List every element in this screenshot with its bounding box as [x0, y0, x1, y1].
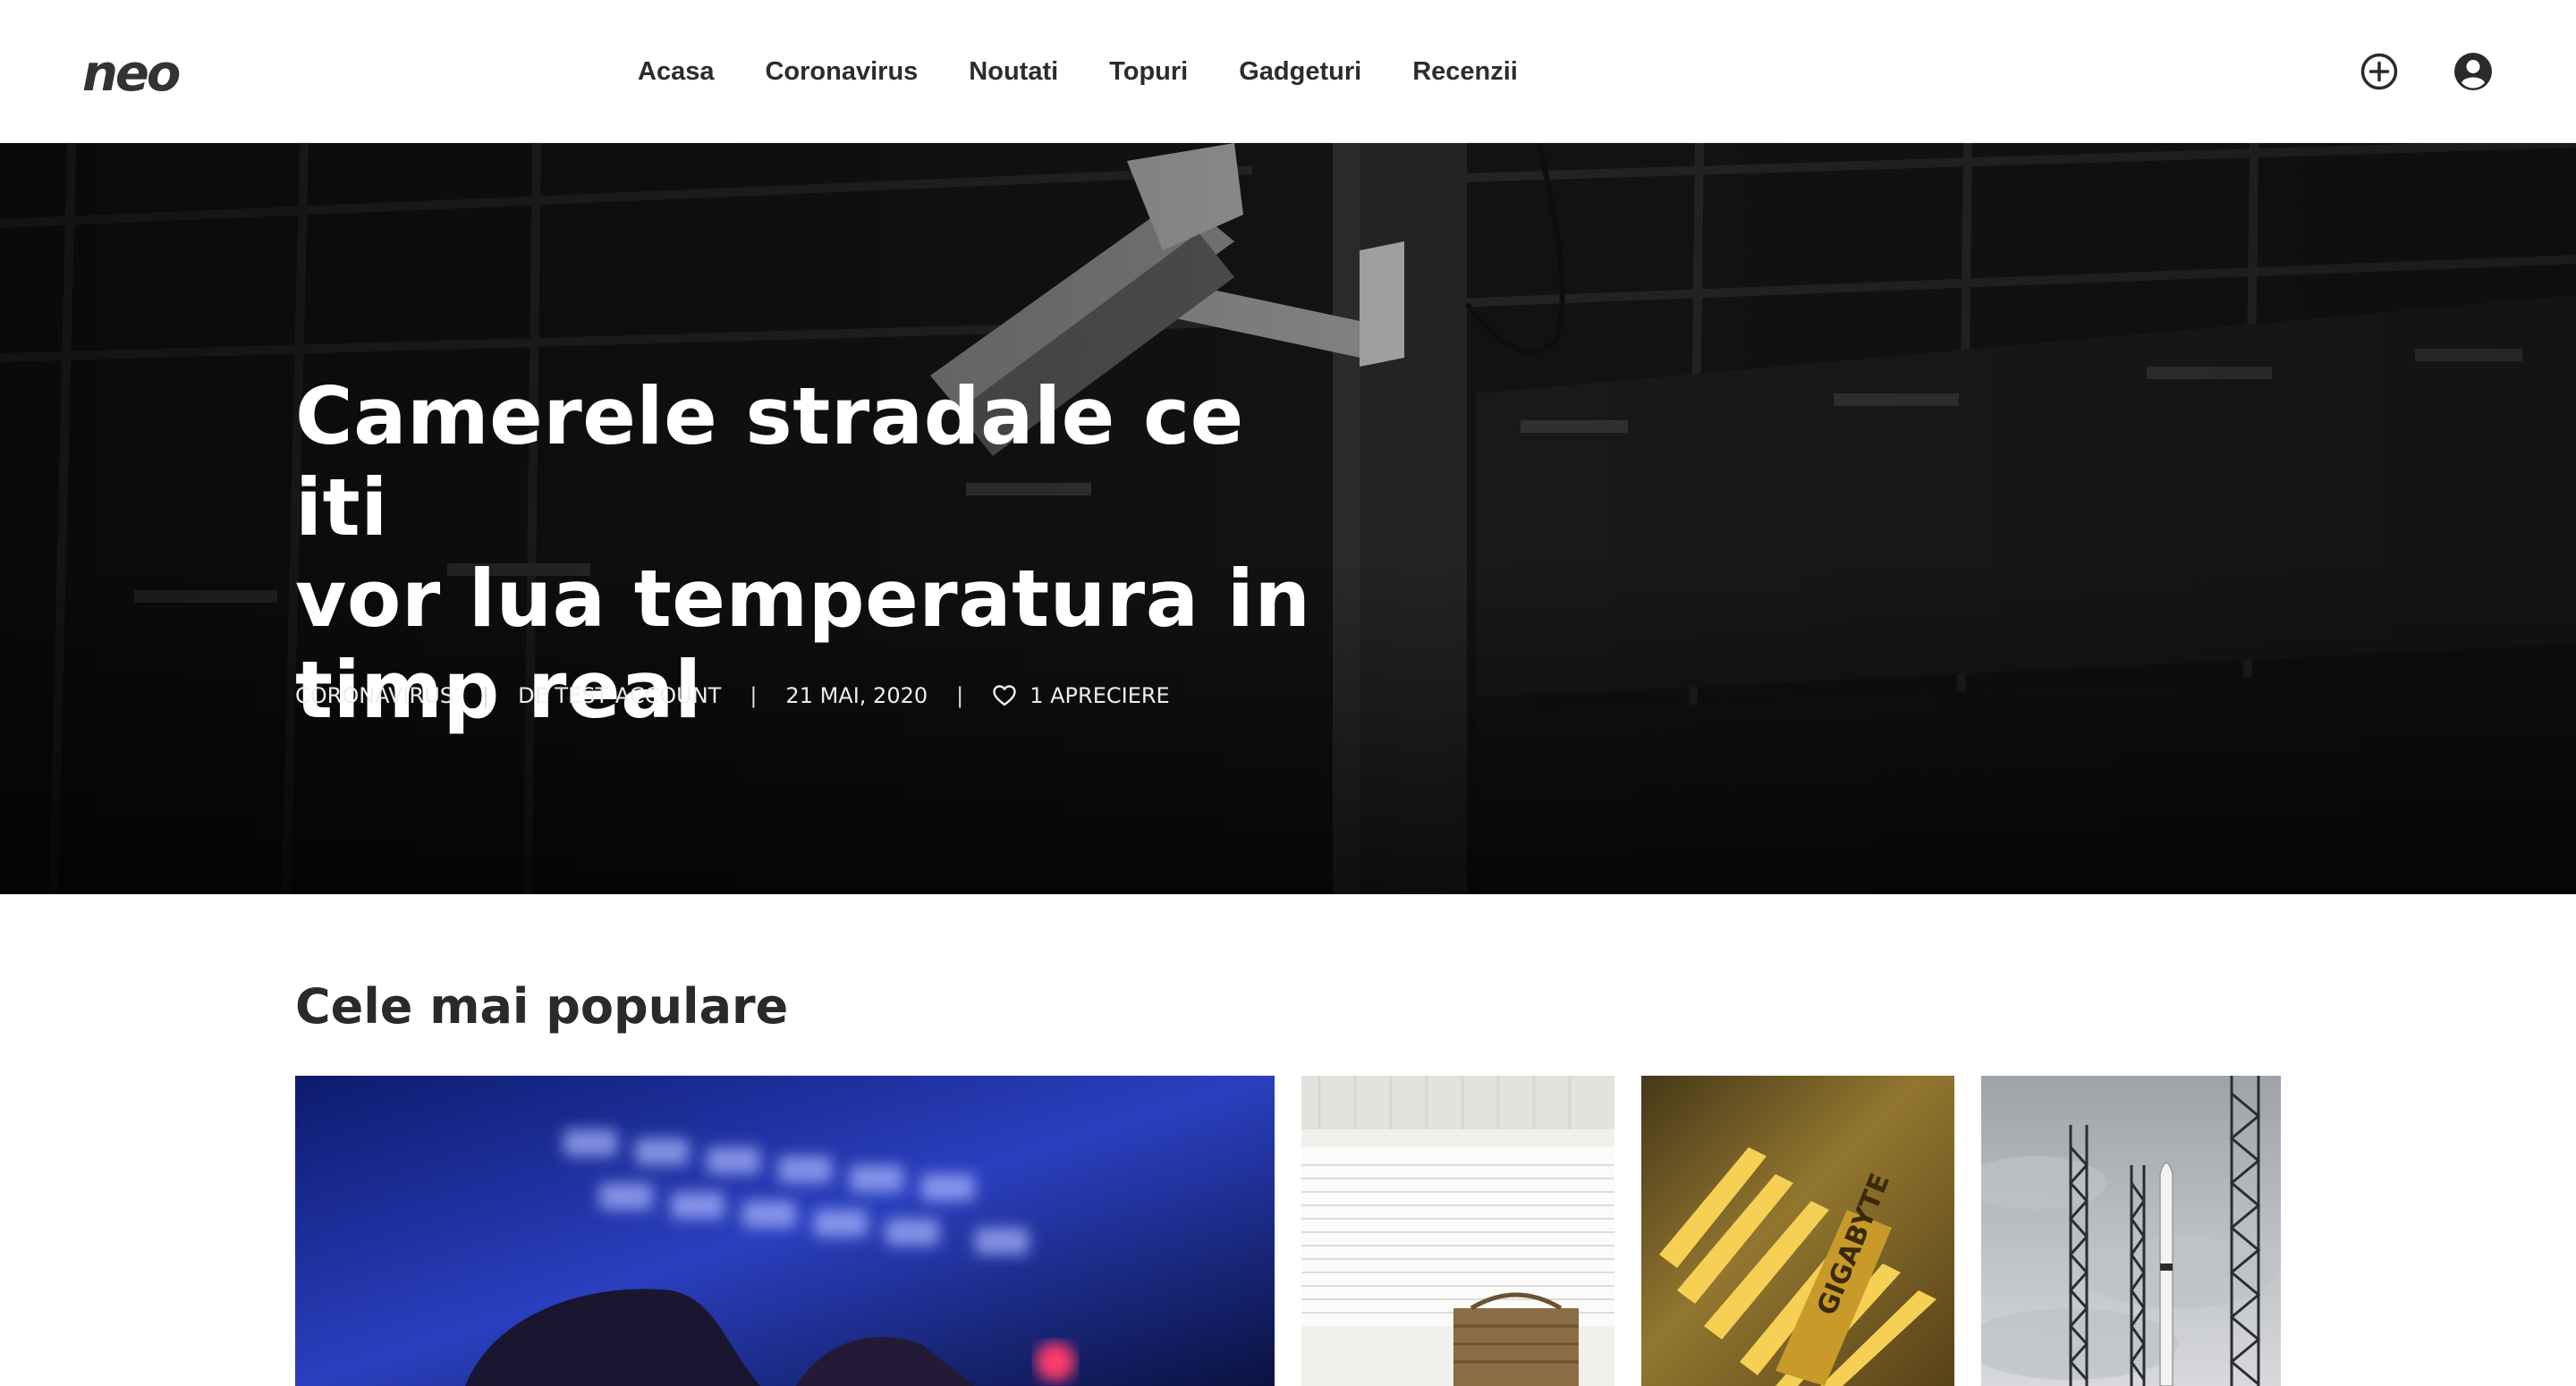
popular-card-gigabyte[interactable]: GIGABYTE [1641, 1076, 1954, 1386]
rocket-launch-tower-photo [1981, 1076, 2281, 1386]
nav-item-recenzii[interactable]: Recenzii [1412, 57, 1518, 87]
meta-separator: | [956, 683, 964, 708]
meta-separator: | [750, 683, 758, 708]
hero-banner[interactable]: Camerele stradale ce iti vor lua tempera… [0, 143, 2576, 894]
hero-title[interactable]: Camerele stradale ce iti vor lua tempera… [295, 371, 1324, 736]
article-author[interactable]: DE TEST ACCOUNT [518, 683, 721, 708]
radiator-room-photo [1301, 1076, 1614, 1386]
main-nav: Acasa Coronavirus Noutati Topuri Gadgetu… [638, 57, 1569, 87]
article-category[interactable]: CORONAVIRUS [295, 683, 453, 708]
site-logo[interactable]: neo [82, 45, 181, 103]
popular-card-radiator[interactable] [1301, 1076, 1614, 1386]
nav-item-gadgeturi[interactable]: Gadgeturi [1239, 57, 1361, 87]
nav-item-acasa[interactable]: Acasa [638, 57, 714, 87]
gigabyte-chip-photo: GIGABYTE [1641, 1076, 1954, 1386]
nav-item-noutati[interactable]: Noutati [969, 57, 1058, 87]
hero-title-line: Camerele stradale ce iti [295, 370, 1244, 554]
user-circle-icon[interactable] [2453, 52, 2493, 91]
heart-outline-icon[interactable] [992, 683, 1017, 708]
hero-title-line: vor lua temperatura in [295, 553, 1311, 645]
nav-item-topuri[interactable]: Topuri [1109, 57, 1188, 87]
popular-card-keyboard[interactable] [295, 1076, 1275, 1386]
meta-separator: | [482, 683, 490, 708]
popular-card-rocket[interactable] [1981, 1076, 2281, 1386]
plus-circle-icon[interactable] [2360, 52, 2399, 91]
nav-item-coronavirus[interactable]: Coronavirus [765, 57, 918, 87]
section-title-popular: Cele mai populare [295, 978, 789, 1035]
top-header: neo Acasa Coronavirus Noutati Topuri Gad… [0, 0, 2576, 143]
keyboard-hands-photo [295, 1076, 1275, 1386]
article-date: 21 MAI, 2020 [785, 683, 928, 708]
like-count: 1 APRECIERE [1030, 683, 1170, 708]
article-meta: CORONAVIRUS | DE TEST ACCOUNT | 21 MAI, … [295, 683, 1170, 708]
